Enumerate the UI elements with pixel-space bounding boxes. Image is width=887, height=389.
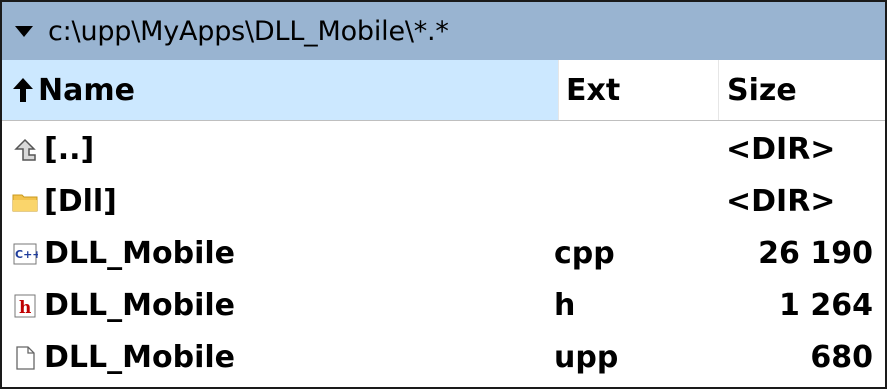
folder-icon	[12, 188, 38, 214]
file-row-upp[interactable]: DLL_Mobile upp 680	[2, 332, 885, 384]
triangle-down-icon[interactable]	[14, 19, 38, 43]
cpp-file-icon: C++	[12, 240, 42, 266]
file-row-dll-folder[interactable]: [Dll] <DIR>	[2, 176, 885, 228]
file-name: DLL_Mobile	[44, 340, 235, 375]
file-size: <DIR>	[726, 132, 836, 167]
path-bar[interactable]: c:\upp\MyApps\DLL_Mobile\*.*	[2, 2, 885, 60]
file-size: <DIR>	[726, 184, 836, 219]
file-size: 26 190	[758, 236, 873, 271]
file-row-cpp[interactable]: C++ DLL_Mobile cpp 26 190	[2, 228, 885, 280]
column-header-ext-label: Ext	[566, 72, 621, 108]
file-ext: upp	[554, 340, 619, 375]
arrow-up-icon	[12, 77, 34, 103]
file-row-parent[interactable]: [..] <DIR>	[2, 124, 885, 176]
column-header: Name Ext Size	[2, 60, 885, 121]
column-header-ext[interactable]: Ext	[559, 60, 719, 120]
svg-text:h: h	[19, 298, 31, 318]
svg-text:C++: C++	[15, 248, 38, 261]
column-header-name[interactable]: Name	[2, 60, 559, 120]
parent-dir-icon	[12, 136, 38, 162]
current-path: c:\upp\MyApps\DLL_Mobile\*.*	[48, 15, 449, 47]
column-header-name-label: Name	[38, 72, 135, 108]
file-name: DLL_Mobile	[44, 288, 235, 323]
file-name: [Dll]	[44, 184, 117, 219]
file-size: 1 264	[779, 288, 873, 323]
h-file-icon: h	[12, 292, 38, 318]
file-name: [..]	[44, 132, 95, 167]
file-name: DLL_Mobile	[44, 236, 235, 271]
file-icon	[12, 344, 38, 370]
file-ext: h	[554, 288, 576, 323]
file-row-h[interactable]: h DLL_Mobile h 1 264	[2, 280, 885, 332]
file-list-panel: c:\upp\MyApps\DLL_Mobile\*.* Name Ext Si…	[0, 0, 887, 389]
column-header-size-label: Size	[727, 72, 797, 108]
file-size: 680	[810, 340, 873, 375]
file-ext: cpp	[554, 236, 615, 271]
column-header-size[interactable]: Size	[719, 60, 885, 120]
